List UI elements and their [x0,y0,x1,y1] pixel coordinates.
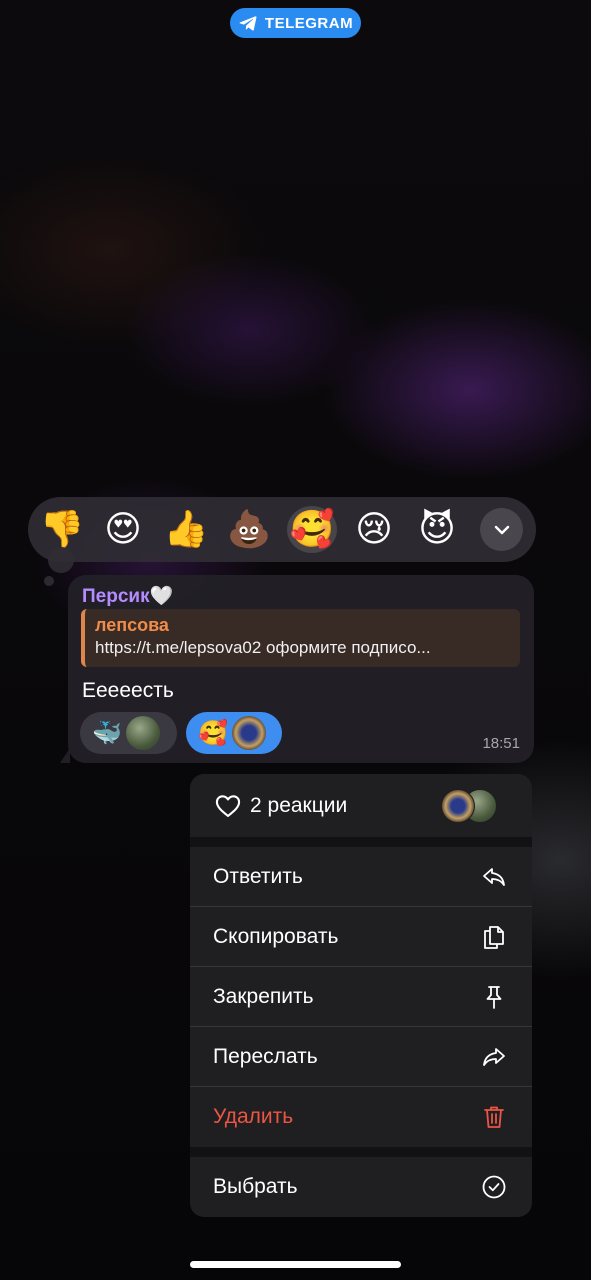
context-menu: 2 реакции Ответить Скопировать Закрепить… [190,774,532,1217]
menu-copy[interactable]: Скопировать [190,907,532,967]
telegram-badge: TELEGRAM [230,8,361,38]
reaction-thumbs-down[interactable]: 👎 [37,506,87,553]
reply-quote[interactable]: лепсова https://t.me/lepsova02 оформите … [81,609,520,667]
quote-author: лепсова [95,615,169,635]
menu-delete-label: Удалить [213,1105,294,1128]
reactors-avatars [441,789,497,823]
reaction-crying-face[interactable]: 😢 [349,506,399,553]
chevron-down-icon [494,525,509,534]
quote-text: https://t.me/lepsova02 оформите подписо.… [95,638,431,657]
menu-delete[interactable]: Удалить [190,1087,532,1147]
sender-name[interactable]: Персик🤍 [82,584,173,608]
menu-forward-label: Переслать [213,1045,318,1068]
menu-reactions-row[interactable]: 2 реакции [190,774,532,837]
home-indicator[interactable] [190,1261,401,1268]
pin-icon [486,986,502,1009]
picker-tail [48,547,74,573]
menu-separator [190,837,532,847]
trash-icon [484,1106,504,1128]
avatar [125,716,160,750]
expand-reactions-button[interactable] [480,508,523,551]
reaction-heart-eyes[interactable]: 😍 [98,506,148,553]
picker-tail-small [44,576,54,586]
menu-pin[interactable]: Закрепить [190,967,532,1027]
message-text: Еееeесть [82,679,174,702]
telegram-plane-icon [239,16,257,31]
reaction-picker: 👎 😍 👍 💩 🥰 😢 😈 [28,497,536,562]
reaction-smiling-devil[interactable]: 😈 [412,506,462,553]
menu-reply[interactable]: Ответить [190,847,532,907]
reaction-chip-whale[interactable]: 🐳 [80,712,177,754]
checkmark-circle-icon [482,1175,506,1199]
copy-icon [484,926,504,949]
reaction-pile-of-poo[interactable]: 💩 [224,506,274,553]
forward-icon [483,1048,505,1066]
badge-label: TELEGRAM [264,14,354,32]
message-bubble[interactable]: Персик🤍 лепсова https://t.me/lepsova02 о… [68,575,534,763]
menu-separator [190,1147,532,1157]
reply-icon [483,868,505,886]
heart-icon [215,795,241,817]
whale-emoji: 🐳 [92,719,122,747]
avatar [231,716,266,750]
menu-reply-label: Ответить [213,865,303,888]
smiling-face-with-hearts-emoji: 🥰 [198,719,228,747]
menu-select-label: Выбрать [213,1175,298,1198]
reaction-smiling-face-with-hearts[interactable]: 🥰 [287,506,337,553]
menu-forward[interactable]: Переслать [190,1027,532,1087]
message-time: 18:51 [482,735,520,752]
reaction-thumbs-up[interactable]: 👍 [161,506,211,553]
reaction-chip-hearts[interactable]: 🥰 [186,712,282,754]
menu-pin-label: Закрепить [213,985,314,1008]
avatar [441,789,475,823]
menu-copy-label: Скопировать [213,925,339,948]
reactions-count-label: 2 реакции [250,794,348,817]
menu-select[interactable]: Выбрать [190,1157,532,1217]
